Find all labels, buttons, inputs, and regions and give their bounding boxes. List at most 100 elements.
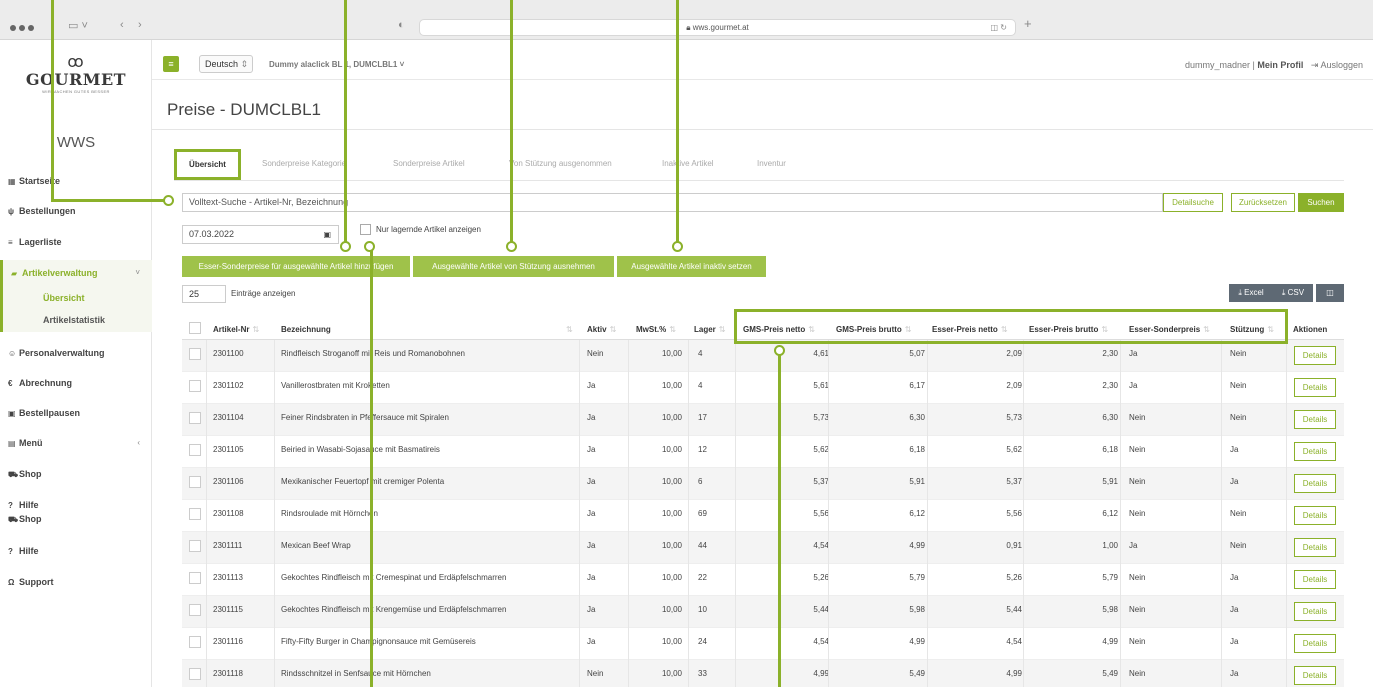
- tab-von-stuetzung-ausgenommen[interactable]: Von Stützung ausgenommen: [509, 159, 612, 168]
- column-lager[interactable]: Lager ⇅: [694, 325, 726, 334]
- tab-sonderpreise-kategorie[interactable]: Sonderpreise Kategorie: [262, 159, 346, 168]
- columns-toggle-button[interactable]: ◫: [1316, 284, 1344, 302]
- sidebar-item-support[interactable]: Ω Support: [0, 575, 152, 589]
- address-bar[interactable]: 🔒︎ wws.gourmet.at ◫ ↻: [419, 19, 1016, 36]
- row-checkbox[interactable]: [189, 348, 201, 360]
- details-button[interactable]: Details: [1294, 666, 1336, 685]
- details-button[interactable]: Details: [1294, 346, 1336, 365]
- entries-select[interactable]: 25: [182, 285, 226, 303]
- sidebar-item-lagerliste[interactable]: ≡ Lagerliste: [0, 235, 152, 249]
- column-divider: [628, 628, 629, 660]
- table-row[interactable]: 2301108 Rindsroulade mit Hörnchen Ja 10,00 6…: [182, 500, 1344, 532]
- back-icon[interactable]: ‹: [120, 19, 124, 31]
- sidebar-item-shop[interactable]: ⛟Shop: [0, 467, 152, 481]
- language-select[interactable]: Deutsch ⇕: [199, 55, 253, 73]
- cell-esser-netto: 2,09: [1006, 349, 1022, 358]
- shield-icon[interactable]: ◐: [398, 19, 405, 31]
- sidebar-subitem-artikelstatistik[interactable]: Artikelstatistik: [43, 315, 105, 325]
- cell-gms-brutto: 5,91: [909, 477, 925, 486]
- excel-export-button[interactable]: ⤓ Excel: [1229, 284, 1273, 302]
- cell-artikel-nr: 2301113: [213, 573, 243, 582]
- sidebar-item-bestellungen[interactable]: ψ Bestellungen: [0, 204, 152, 218]
- table-row[interactable]: 2301105 Beiried in Wasabi-Sojasauce mit B…: [182, 436, 1344, 468]
- cell-esser-sonder: Nein: [1129, 605, 1146, 614]
- column-bezeichnung[interactable]: Bezeichnung: [281, 325, 331, 334]
- tab-inaktive-artikel[interactable]: Inaktive Artikel: [662, 159, 714, 168]
- table-row[interactable]: 2301102 Vanillerostbraten mit Kroketten Ja…: [182, 372, 1344, 404]
- only-stock-checkbox[interactable]: [360, 224, 371, 235]
- exclude-from-subsidy-button[interactable]: Ausgewählte Artikel von Stützung ausnehm…: [413, 256, 614, 277]
- search-button[interactable]: Suchen: [1298, 193, 1344, 212]
- table-row[interactable]: 2301111 Mexican Beef Wrap Ja 10,00 44 4,54 4,9…: [182, 532, 1344, 564]
- new-tab-icon[interactable]: +: [1024, 16, 1032, 31]
- row-checkbox[interactable]: [189, 508, 201, 520]
- sidebar-item-personalverwaltung[interactable]: ☺ Personalverwaltung: [0, 346, 152, 360]
- logo[interactable]: ꝏ GOURMET WIR MACHEN GUTES BESSER: [0, 52, 152, 94]
- row-checkbox[interactable]: [189, 380, 201, 392]
- details-button[interactable]: Details: [1294, 602, 1336, 621]
- table-row[interactable]: 2301118 Rindsschnitzel in Senfsauce mit H…: [182, 660, 1344, 687]
- tab-sonderpreise-artikel[interactable]: Sonderpreise Artikel: [393, 159, 465, 168]
- column-mwst[interactable]: MwSt.% ⇅: [636, 325, 676, 334]
- cutlery-icon: ψ: [8, 207, 15, 216]
- detail-search-button[interactable]: Detailsuche: [1163, 193, 1223, 212]
- sidebar-item-hilfe[interactable]: ? Hilfe: [0, 498, 152, 512]
- details-button[interactable]: Details: [1294, 570, 1336, 589]
- sidebar-subitem-uebersicht[interactable]: Übersicht: [43, 293, 85, 303]
- row-checkbox[interactable]: [189, 476, 201, 488]
- sidebar-toggle-icon[interactable]: ▭ ˅: [68, 19, 88, 32]
- cell-esser-netto: 5,26: [1006, 573, 1022, 582]
- callout-line: [51, 0, 54, 201]
- csv-export-button[interactable]: ⤓ CSV: [1273, 284, 1313, 302]
- cell-mwst: 10,00: [661, 349, 682, 358]
- sidebar-item-startseite[interactable]: ▦ Startseite: [0, 174, 152, 188]
- profile-link[interactable]: Mein Profil: [1257, 60, 1303, 70]
- tab-uebersicht[interactable]: Übersicht: [174, 149, 241, 180]
- sidebar-item-abrechnung[interactable]: € Abrechnung: [0, 376, 152, 390]
- sidebar-item-hilfe-2[interactable]: ? Hilfe: [0, 544, 152, 558]
- menu-toggle-button[interactable]: ≡: [163, 56, 179, 72]
- window-controls[interactable]: [10, 23, 37, 33]
- row-checkbox[interactable]: [189, 412, 201, 424]
- details-button[interactable]: Details: [1294, 506, 1336, 525]
- column-aktiv[interactable]: Aktiv ⇅: [587, 325, 616, 334]
- details-button[interactable]: Details: [1294, 378, 1336, 397]
- row-checkbox[interactable]: [189, 636, 201, 648]
- sidebar-item-shop-2[interactable]: ⛟Shop: [0, 512, 152, 526]
- set-inactive-button[interactable]: Ausgewählte Artikel inaktiv setzen: [617, 256, 766, 277]
- tenant-selector[interactable]: Dummy alaclick BL 1, DUMCLBL1 ˅: [269, 60, 404, 69]
- table-row[interactable]: 2301113 Gekochtes Rindfleisch mit Cremesp…: [182, 564, 1344, 596]
- row-checkbox[interactable]: [189, 540, 201, 552]
- table-row[interactable]: 2301115 Gekochtes Rindfleisch mit Krengem…: [182, 596, 1344, 628]
- forward-icon[interactable]: ›: [138, 19, 142, 31]
- details-button[interactable]: Details: [1294, 442, 1336, 461]
- table-row[interactable]: 2301100 Rindfleisch Stroganoff mit Reis u…: [182, 340, 1344, 372]
- add-special-price-button[interactable]: Esser-Sonderpreise für ausgewählte Artik…: [182, 256, 410, 277]
- column-divider: [206, 340, 207, 372]
- details-button[interactable]: Details: [1294, 474, 1336, 493]
- table-row[interactable]: 2301116 Fifty-Fifty Burger in Champignons…: [182, 628, 1344, 660]
- table-row[interactable]: 2301104 Feiner Rindsbraten in Pfeffersauc…: [182, 404, 1344, 436]
- date-input[interactable]: 07.03.2022 ▣: [182, 225, 339, 244]
- row-checkbox[interactable]: [189, 444, 201, 456]
- details-button[interactable]: Details: [1294, 538, 1336, 557]
- logout-link[interactable]: Ausloggen: [1320, 60, 1363, 70]
- table-row[interactable]: 2301106 Mexikanischer Feuertopf mit cremi…: [182, 468, 1344, 500]
- reload-icon[interactable]: ◫ ↻: [991, 20, 1007, 35]
- reset-button[interactable]: Zurücksetzen: [1231, 193, 1295, 212]
- sidebar-item-menu[interactable]: ▤ Menü ‹: [0, 436, 152, 450]
- details-button[interactable]: Details: [1294, 410, 1336, 429]
- sidebar-item-bestellpausen[interactable]: ▣ Bestellpausen: [0, 406, 152, 420]
- column-artikel-nr[interactable]: Artikel-Nr ⇅: [213, 325, 259, 334]
- row-checkbox[interactable]: [189, 604, 201, 616]
- calendar-icon[interactable]: ▣: [323, 226, 331, 243]
- column-divider: [688, 596, 689, 628]
- sort-icon[interactable]: ⇅: [566, 325, 573, 334]
- row-checkbox[interactable]: [189, 572, 201, 584]
- search-input[interactable]: Volltext-Suche - Artikel-Nr, Bezeichnung: [182, 193, 1163, 212]
- details-button[interactable]: Details: [1294, 634, 1336, 653]
- select-all-checkbox[interactable]: [189, 322, 201, 334]
- tab-inventur[interactable]: Inventur: [757, 159, 786, 168]
- row-checkbox[interactable]: [189, 668, 201, 680]
- select-arrows-icon: ⇕: [240, 59, 249, 69]
